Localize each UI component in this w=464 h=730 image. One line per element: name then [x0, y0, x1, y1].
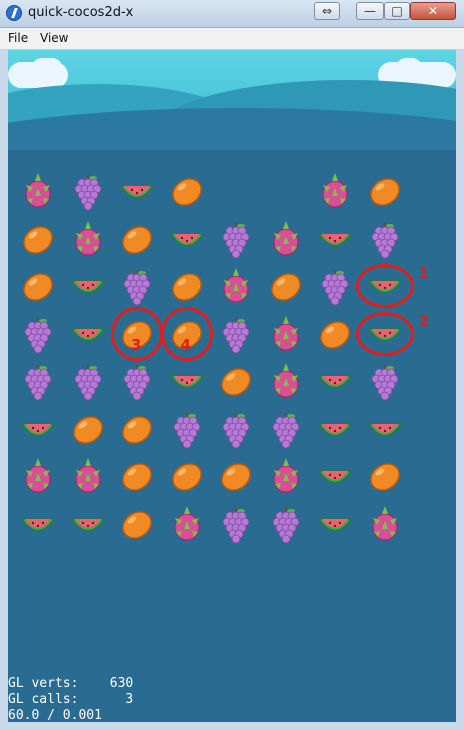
window-title: quick-cocos2d-x — [28, 5, 134, 20]
grape-icon[interactable] — [266, 409, 306, 449]
mango-icon[interactable] — [117, 504, 157, 544]
cloud-right-bunny — [396, 58, 422, 78]
minimize-button[interactable]: — — [356, 2, 384, 20]
mango-icon[interactable] — [216, 456, 256, 496]
grape-icon[interactable] — [117, 361, 157, 401]
mango-icon[interactable] — [18, 219, 58, 259]
mango-icon[interactable] — [117, 456, 157, 496]
dragonfruit-icon[interactable] — [315, 171, 355, 211]
close-button[interactable]: ✕ — [410, 2, 456, 20]
watermelon-icon[interactable] — [315, 456, 355, 496]
app-logo-icon — [6, 5, 22, 21]
watermelon-icon[interactable] — [117, 171, 157, 211]
grape-icon[interactable] — [18, 314, 58, 354]
grape-icon[interactable] — [18, 361, 58, 401]
grape-icon[interactable] — [117, 266, 157, 306]
watermelon-icon[interactable] — [167, 361, 207, 401]
gl-stats: GL verts: 630 GL calls: 3 60.0 / 0.001 — [8, 676, 133, 722]
menu-bar: File View — [0, 28, 464, 50]
watermelon-icon[interactable] — [18, 409, 58, 449]
cloud-left-bunny — [32, 58, 62, 78]
mango-icon[interactable] — [117, 409, 157, 449]
mango-icon[interactable] — [167, 171, 207, 211]
mango-icon[interactable] — [167, 266, 207, 306]
game-canvas[interactable]: 1 2 3 4 GL verts: 630 GL calls: 3 60.0 / 0.… — [8, 50, 456, 722]
window-frame-right — [456, 50, 464, 730]
dragonfruit-icon[interactable] — [18, 171, 58, 211]
watermelon-icon[interactable] — [315, 409, 355, 449]
mango-icon[interactable] — [315, 314, 355, 354]
dragonfruit-icon[interactable] — [68, 456, 108, 496]
mango-icon[interactable] — [18, 266, 58, 306]
dragonfruit-icon[interactable] — [266, 219, 306, 259]
window-frame-left — [0, 50, 8, 730]
menu-view[interactable]: View — [40, 31, 68, 45]
gl-verts-value: 630 — [109, 676, 134, 691]
highlight-circle-2 — [355, 311, 414, 356]
dragonfruit-icon[interactable] — [365, 504, 405, 544]
watermelon-icon[interactable] — [68, 504, 108, 544]
watermelon-icon[interactable] — [365, 409, 405, 449]
watermelon-icon[interactable] — [18, 504, 58, 544]
gl-calls-value: 3 — [125, 692, 134, 707]
highlight-label-1: 1 — [418, 264, 429, 282]
grape-icon[interactable] — [216, 314, 256, 354]
dragonfruit-icon[interactable] — [167, 504, 207, 544]
mango-icon[interactable] — [167, 456, 207, 496]
grape-icon[interactable] — [315, 266, 355, 306]
grape-icon[interactable] — [68, 361, 108, 401]
grape-icon[interactable] — [365, 219, 405, 259]
mango-icon[interactable] — [266, 266, 306, 306]
watermelon-icon[interactable] — [315, 219, 355, 259]
mango-icon[interactable] — [365, 171, 405, 211]
dragonfruit-icon[interactable] — [68, 219, 108, 259]
highlight-label-2: 2 — [418, 311, 429, 330]
grape-icon[interactable] — [216, 504, 256, 544]
grape-icon[interactable] — [266, 504, 306, 544]
mango-icon[interactable] — [216, 361, 256, 401]
grape-icon[interactable] — [216, 219, 256, 259]
window-titlebar: quick-cocos2d-x ⇔ — □ ✕ — [0, 0, 464, 28]
grape-icon[interactable] — [365, 361, 405, 401]
grape-icon[interactable] — [167, 409, 207, 449]
grape-icon[interactable] — [68, 171, 108, 211]
dragonfruit-icon[interactable] — [266, 456, 306, 496]
mango-icon[interactable] — [68, 409, 108, 449]
watermelon-icon[interactable] — [167, 219, 207, 259]
dragonfruit-icon[interactable] — [216, 266, 256, 306]
dragonfruit-icon[interactable] — [18, 456, 58, 496]
highlight-label-3: 3 — [131, 335, 142, 354]
watermelon-icon[interactable] — [68, 314, 108, 354]
mango-icon[interactable] — [117, 219, 157, 259]
watermelon-icon[interactable] — [315, 504, 355, 544]
dragonfruit-icon[interactable] — [266, 314, 306, 354]
fps-readout: 60.0 / 0.001 — [8, 708, 102, 722]
swap-orientation-button[interactable]: ⇔ — [314, 2, 340, 20]
grape-icon[interactable] — [216, 409, 256, 449]
highlight-label-4: 4 — [180, 335, 191, 354]
menu-file[interactable]: File — [8, 31, 28, 45]
gl-calls-label: GL calls: — [8, 692, 79, 707]
dragonfruit-icon[interactable] — [266, 361, 306, 401]
mango-icon[interactable] — [365, 456, 405, 496]
watermelon-icon[interactable] — [315, 361, 355, 401]
gl-verts-label: GL verts: — [8, 676, 79, 691]
window-frame-bottom — [0, 722, 464, 730]
watermelon-icon[interactable] — [68, 266, 108, 306]
maximize-button[interactable]: □ — [384, 2, 410, 20]
highlight-circle-1 — [355, 264, 414, 308]
